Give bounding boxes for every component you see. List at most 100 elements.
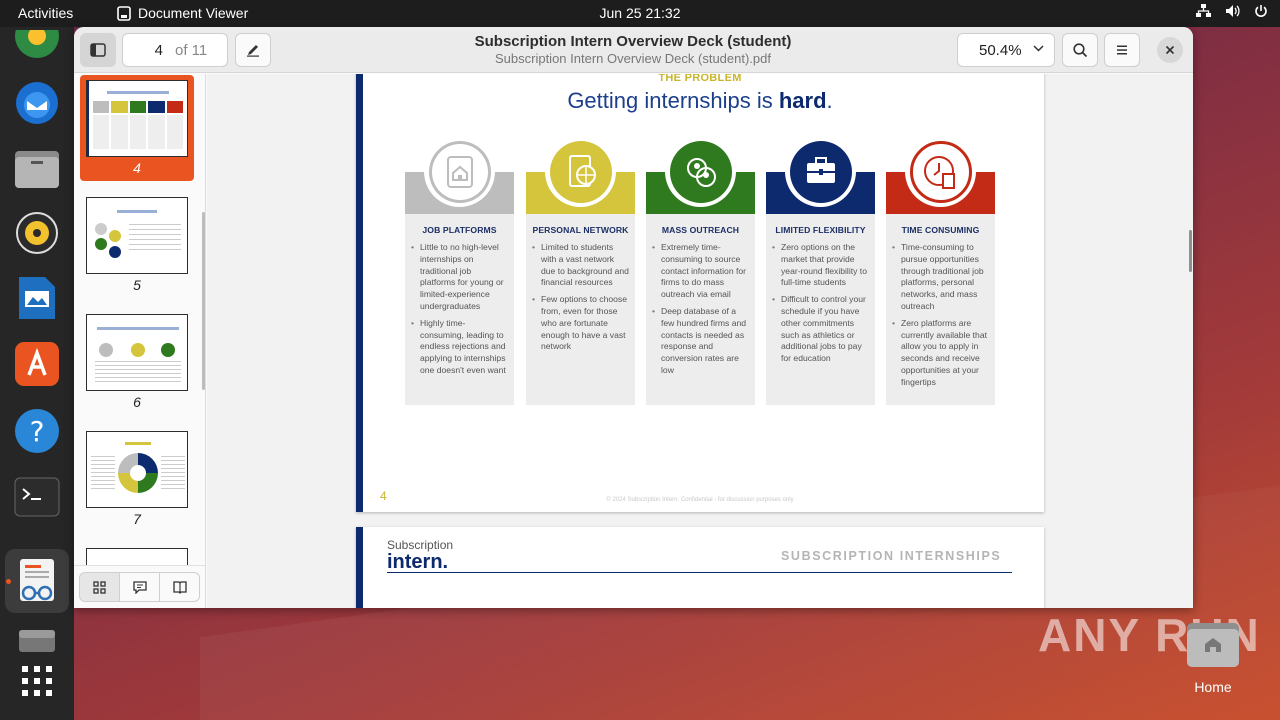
slide-title: Getting internships is hard.: [356, 88, 1044, 114]
column-bullet: Zero platforms are currently available t…: [892, 318, 989, 389]
document-viewer-launcher[interactable]: [5, 549, 69, 613]
rhythmbox-icon: [16, 212, 58, 254]
thumbnail-preview: [86, 314, 188, 391]
volume-icon: [1226, 5, 1240, 17]
slide-accent-bar: [356, 527, 363, 608]
column-bullet: Little to no high-level internships on t…: [411, 242, 508, 313]
thumbnails-view-button[interactable]: [79, 572, 120, 602]
close-icon: [1165, 45, 1175, 55]
clock-icon: [923, 155, 955, 189]
sidebar-icon: [90, 43, 106, 57]
column-header: [526, 136, 635, 214]
slide-page-5: Subscription intern. SUBSCRIPTION INTERN…: [356, 527, 1044, 608]
column-body: LIMITED FLEXIBILITY Zero options on the …: [766, 214, 875, 405]
pencil-icon: [247, 45, 259, 57]
document-scrollbar[interactable]: [1189, 230, 1192, 272]
slide-kicker: THE PROBLEM: [658, 74, 742, 84]
column-body: PERSONAL NETWORK Limited to students wit…: [526, 214, 635, 405]
window-subtitle: Subscription Intern Overview Deck (stude…: [494, 51, 771, 66]
annotations-view-button[interactable]: [119, 572, 160, 602]
page-number-entry[interactable]: 4 of 11: [122, 33, 228, 67]
app-center-launcher[interactable]: [13, 340, 61, 388]
rhythmbox-launcher[interactable]: [13, 209, 61, 257]
column-bullet: Time-consuming to pursue opportunities t…: [892, 242, 989, 313]
icon-circle: [545, 136, 616, 207]
column-body: TIME CONSUMING Time-consuming to pursue …: [886, 214, 995, 405]
help-icon: ?: [15, 409, 59, 453]
thumbnail-page-4[interactable]: 4: [80, 75, 194, 181]
show-apps-button[interactable]: [13, 657, 61, 705]
thumbnail-page-6[interactable]: 6: [80, 309, 194, 415]
thunderbird-launcher[interactable]: [13, 79, 61, 127]
bookmarks-view-button[interactable]: [159, 572, 200, 602]
thumbnail-page-7[interactable]: 7: [80, 426, 194, 532]
chrome-launcher[interactable]: [13, 21, 61, 69]
column-header: [766, 136, 875, 214]
column-heading: LIMITED FLEXIBILITY: [775, 225, 866, 235]
column-bullet: Limited to students with a vast network …: [532, 242, 629, 289]
window-title-area: Subscription Intern Overview Deck (stude…: [374, 33, 892, 66]
help-launcher[interactable]: ?: [13, 407, 61, 455]
home-folder-icon: [1187, 623, 1239, 667]
column-heading: JOB PLATFORMS: [422, 225, 497, 235]
thumbnail-preview: [86, 80, 188, 157]
clock[interactable]: Jun 25 21:32: [600, 5, 681, 21]
thumbnail-preview: [86, 197, 188, 274]
slide-footer: © 2024 Subscription Intern. Confidential…: [606, 497, 794, 503]
app-center-icon: [15, 342, 59, 386]
column-heading: MASS OUTREACH: [661, 225, 740, 235]
grid-icon: [93, 580, 106, 594]
thunderbird-icon: [16, 82, 58, 124]
comment-icon: [132, 580, 147, 594]
column-header: [886, 136, 995, 214]
system-tray[interactable]: [1196, 4, 1268, 18]
column-bullet: Deep database of a few hundred firms and…: [652, 306, 749, 377]
thumbnail-scrollbar[interactable]: [202, 212, 205, 390]
column-body: MASS OUTREACH Extremely time-consuming t…: [646, 214, 755, 405]
column-bullet: Highly time-consuming, leading to endles…: [411, 318, 508, 377]
icon-circle: [785, 136, 856, 207]
thumbnail-page-5[interactable]: 5: [80, 192, 194, 298]
home-folder-label[interactable]: Home: [1187, 679, 1239, 695]
network-icon: [1196, 4, 1211, 17]
column-bullet: Extremely time-consuming to source conta…: [652, 242, 749, 301]
search-button[interactable]: [1062, 33, 1098, 67]
files-icon: [15, 151, 59, 188]
thumbnail-number: 4: [133, 160, 141, 176]
main-menu-button[interactable]: [1104, 33, 1140, 67]
thumbnail-number: 7: [133, 511, 141, 527]
app-grid-icon: [22, 666, 52, 696]
thumbnail-number: 5: [133, 277, 141, 293]
power-icon: [1255, 5, 1267, 17]
files-launcher[interactable]: [13, 144, 61, 192]
annotate-button[interactable]: [235, 33, 271, 67]
running-indicator: [6, 579, 11, 584]
slide-title-emphasis: hard: [778, 88, 827, 113]
job-platform-icon: [431, 143, 488, 200]
home-folder-shortcut[interactable]: [1186, 620, 1240, 668]
terminal-launcher[interactable]: [13, 473, 61, 521]
activities-button[interactable]: Activities: [18, 5, 73, 21]
total-pages: of 11: [175, 42, 208, 59]
document-view[interactable]: THE PROBLEM Getting internships is hard.…: [207, 74, 1193, 608]
close-window-button[interactable]: [1157, 37, 1183, 63]
writer-launcher[interactable]: [13, 274, 61, 322]
header-bar: 4 of 11 Subscription Intern Overview Dec…: [74, 27, 1193, 73]
current-page[interactable]: 4: [123, 42, 163, 59]
svg-text:?: ?: [30, 415, 45, 448]
app-name: Document Viewer: [138, 5, 249, 21]
zoom-dropdown[interactable]: 50.4%: [957, 33, 1055, 67]
window-title: Subscription Intern Overview Deck (stude…: [474, 33, 792, 50]
icon-circle: [665, 136, 736, 207]
column-header: [405, 136, 514, 214]
disk-icon: [19, 630, 55, 652]
app-menu[interactable]: Document Viewer: [117, 5, 248, 21]
column-bullet: Difficult to control your schedule if yo…: [772, 294, 869, 365]
sidebar-toggle-button[interactable]: [80, 33, 116, 67]
slide-title-period: .: [826, 88, 833, 113]
chevron-down-icon: [1033, 45, 1044, 52]
network-icon: [552, 143, 609, 200]
column-body: JOB PLATFORMS Little to no high-level in…: [405, 214, 514, 405]
book-icon: [172, 580, 187, 594]
document-viewer-icon: [117, 5, 131, 21]
